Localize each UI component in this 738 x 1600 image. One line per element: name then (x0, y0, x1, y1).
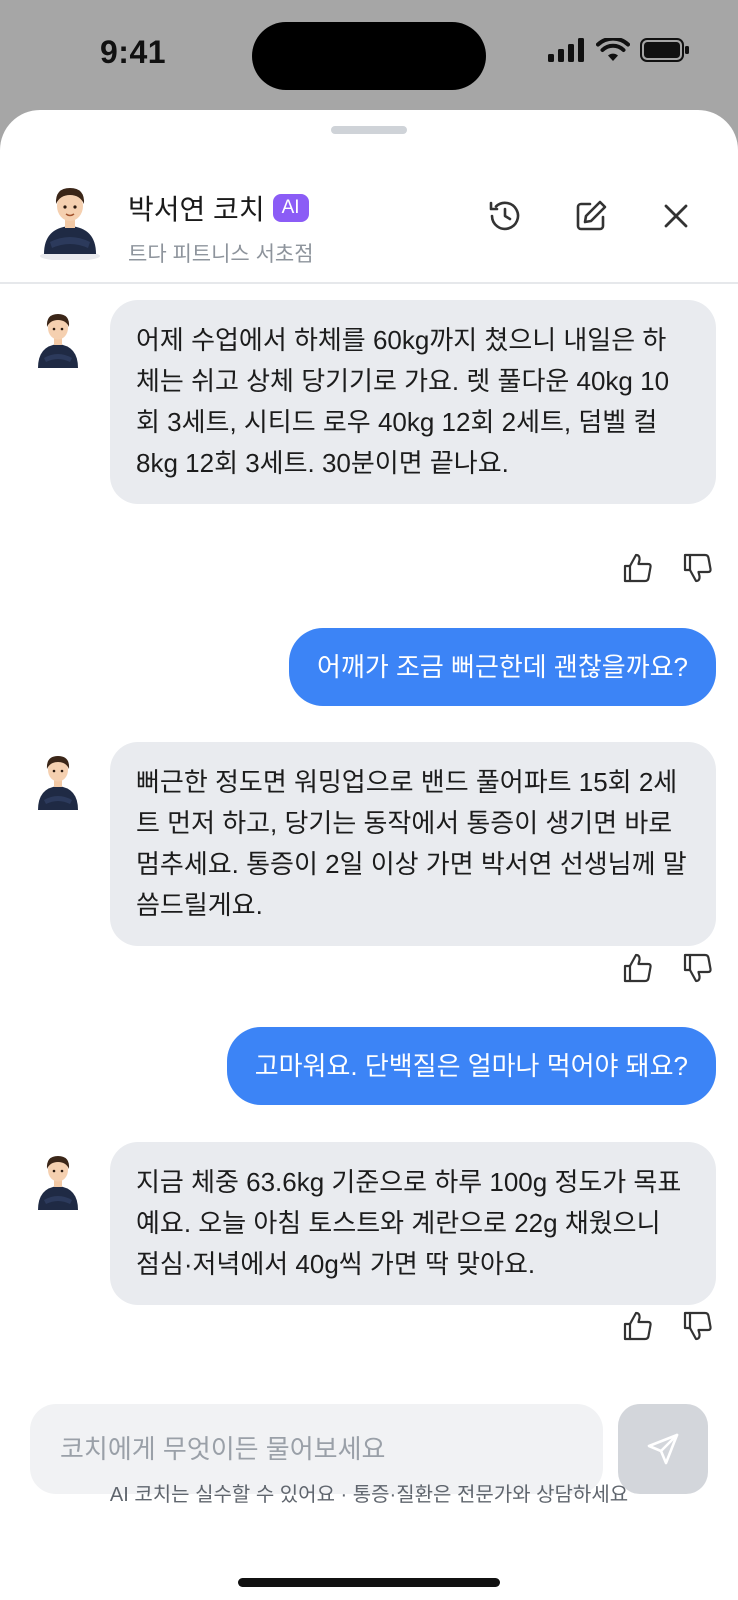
feedback-actions (622, 552, 714, 584)
user-bubble: 어깨가 조금 뻐근한데 괜찮을까요? (288, 628, 716, 706)
chat-sheet: 박서연 코치 AI 트다 피트니스 서초점 어제 수업에서 하체를 60kg까지… (0, 110, 738, 1600)
history-icon (489, 201, 520, 231)
thumbs-up-icon[interactable] (622, 1310, 654, 1342)
thumbs-up-icon[interactable] (622, 952, 654, 984)
close-icon (664, 204, 688, 228)
feedback-actions (622, 952, 714, 984)
new-chat-button[interactable] (567, 192, 615, 240)
sheet-grabber[interactable] (331, 126, 407, 134)
thumbs-down-icon[interactable] (682, 552, 714, 584)
thumbs-down-icon[interactable] (682, 1310, 714, 1342)
coach-bubble: 뻐근한 정도면 워밍업으로 밴드 풀어파트 15회 2세트 먼저 하고, 당기는… (110, 742, 716, 946)
user-bubble: 고마워요. 단백질은 얼마나 먹어야 돼요? (226, 1027, 716, 1105)
coach-bubble: 어제 수업에서 하체를 60kg까지 쳤으니 내일은 하체는 쉬고 상체 당기기… (110, 300, 716, 504)
disclaimer: AI 코치는 실수할 수 있어요 · 통증·질환은 전문가와 상담하세요 (109, 1484, 629, 1506)
coach-avatar (38, 756, 78, 810)
home-indicator (238, 1578, 500, 1587)
status-time: 9:41 (100, 34, 167, 70)
coach-avatar (40, 188, 100, 260)
gym-name: 트다 피트니스 서초점 (128, 243, 314, 266)
coach-name-row: 박서연 코치 AI (128, 188, 309, 228)
close-button[interactable] (652, 192, 700, 240)
chat-header: 박서연 코치 AI 트다 피트니스 서초점 (0, 140, 738, 284)
battery-icon (640, 38, 689, 62)
coach-avatar (38, 1156, 78, 1210)
wifi-icon (596, 38, 630, 61)
signal-icon (548, 38, 584, 62)
thumbs-up-icon[interactable] (622, 552, 654, 584)
thumbs-down-icon[interactable] (682, 952, 714, 984)
feedback-actions (622, 1310, 714, 1342)
status-bar: 9:41 (0, 0, 738, 110)
status-icons (548, 38, 690, 62)
history-button[interactable] (481, 192, 529, 240)
compose-icon (576, 200, 607, 231)
coach-name: 박서연 코치 (128, 194, 265, 225)
dynamic-island (252, 22, 486, 90)
coach-avatar (38, 314, 78, 368)
send-icon (647, 1433, 679, 1465)
ai-badge: AI (272, 194, 309, 222)
coach-bubble: 지금 체중 63.6kg 기준으로 하루 100g 정도가 목표예요. 오늘 아… (110, 1142, 716, 1305)
